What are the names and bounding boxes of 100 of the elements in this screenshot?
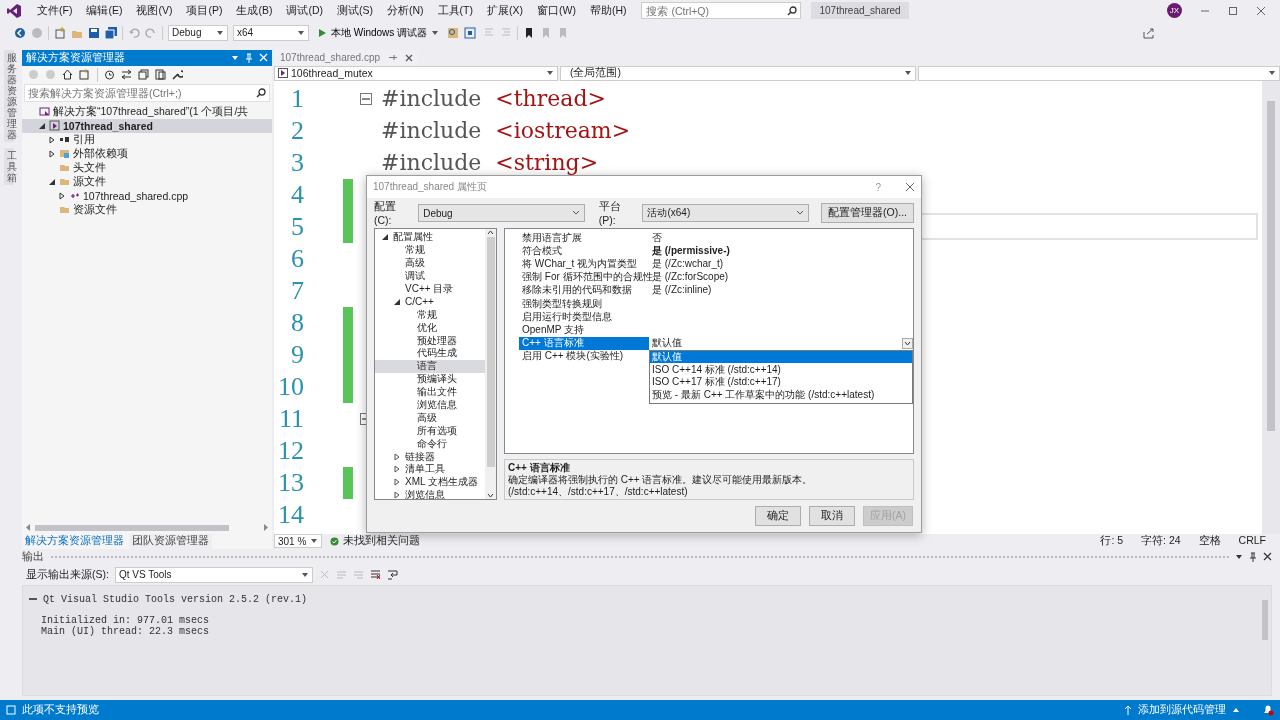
expander-icon[interactable] <box>393 465 401 474</box>
configuration-manager-button[interactable]: 配置管理器(O)... <box>821 203 914 223</box>
search-field[interactable]: 搜索解决方案资源管理器(Ctrl+;) <box>24 83 270 102</box>
menu-item[interactable]: 窗口(W) <box>530 0 583 21</box>
close-icon[interactable] <box>1263 552 1272 562</box>
tree-item[interactable]: 优化 <box>375 321 485 335</box>
tree-item[interactable]: 头文件 <box>22 160 272 175</box>
expander-icon[interactable] <box>393 297 401 306</box>
close-icon[interactable] <box>1256 5 1266 16</box>
property-name[interactable]: 强制类型转换规则 <box>519 296 649 311</box>
user-avatar[interactable]: JX <box>1167 3 1182 19</box>
output-source-select[interactable]: Qt VS Tools <box>114 566 313 583</box>
platform-select[interactable]: 活动(x64) <box>642 204 810 222</box>
expander-icon[interactable] <box>48 177 56 186</box>
tree-item[interactable]: 高级 <box>375 256 485 270</box>
source-control-link[interactable]: 添加到源代码管理 <box>1138 703 1226 718</box>
tree-item[interactable]: 代码生成 <box>375 347 485 360</box>
menu-item[interactable]: 扩展(X) <box>480 0 530 21</box>
menu-item[interactable]: 项目(P) <box>179 0 230 21</box>
notification-icon[interactable] <box>1262 704 1274 717</box>
tree-item[interactable]: 预处理器 <box>375 334 485 347</box>
expander-icon[interactable] <box>393 452 401 461</box>
menu-item[interactable]: 工具(T) <box>430 0 480 21</box>
tree-item[interactable]: 107thread_shared.cpp <box>22 188 272 203</box>
tree-item[interactable]: 107thread_shared <box>22 118 272 133</box>
property-name[interactable]: 启用运行时类型信息 <box>519 310 649 324</box>
dropdown-option[interactable]: ISO C++17 标准 (/std:c++17) <box>650 376 912 389</box>
menu-item[interactable]: 文件(F) <box>30 0 80 21</box>
tree-item[interactable]: 调试 <box>375 269 485 283</box>
property-name[interactable]: OpenMP 支持 <box>519 323 649 337</box>
expander-icon[interactable] <box>58 191 66 200</box>
tree-item[interactable]: XML 文档生成器 <box>375 475 485 489</box>
tree-item[interactable]: 命令行 <box>375 437 485 451</box>
tree-item[interactable]: 浏览信息 <box>375 398 485 412</box>
expander-icon[interactable] <box>48 135 56 144</box>
dialog-button[interactable]: 取消 <box>809 506 855 526</box>
configuration-select[interactable]: Debug <box>168 24 228 41</box>
find-icon[interactable] <box>447 26 460 39</box>
panel-tab[interactable]: 团队资源管理器 <box>129 533 212 549</box>
tree-item[interactable]: 解决方案“107thread_shared”(1 个项目/共 <box>22 104 272 119</box>
platform-select[interactable]: x64 <box>233 24 309 41</box>
menu-item[interactable]: 分析(N) <box>380 0 431 21</box>
word-wrap-icon[interactable] <box>386 569 398 581</box>
property-name[interactable]: 将 WChar_t 视为内置类型 <box>519 257 649 271</box>
home-icon[interactable] <box>62 69 73 81</box>
tree-item[interactable]: 外部依赖项 <box>22 146 272 161</box>
close-icon[interactable] <box>905 182 915 192</box>
tree-item[interactable]: 引用 <box>22 132 272 147</box>
menu-item[interactable]: 生成(B) <box>229 0 280 21</box>
project-select[interactable]: 106thread_mutex <box>274 65 558 81</box>
dropdown-option[interactable]: 预览 - 最新 C++ 工作草案中的功能 (/std:c++latest) <box>650 388 912 402</box>
save-all-icon[interactable] <box>105 26 117 39</box>
tree-item[interactable]: 源文件 <box>22 174 272 189</box>
tree-item[interactable]: VC++ 目录 <box>375 282 485 296</box>
new-project-icon[interactable] <box>54 26 66 39</box>
show-all-files-icon[interactable] <box>155 69 166 81</box>
property-name[interactable]: C++ 语言标准 <box>519 336 649 350</box>
scroll-left-icon[interactable] <box>26 524 31 532</box>
start-debugging-button[interactable]: 本地 Windows 调试器 <box>314 25 443 40</box>
menu-item[interactable]: 视图(V) <box>129 0 180 21</box>
scrollbar-thumb[interactable] <box>1267 100 1275 431</box>
tree-item[interactable]: 资源文件 <box>22 202 272 217</box>
expander-icon[interactable] <box>48 149 56 158</box>
tree-item[interactable]: 常规 <box>375 308 485 322</box>
search-field[interactable]: 搜索 (Ctrl+Q) <box>641 2 802 20</box>
tree-item[interactable]: 浏览信息 <box>375 488 485 499</box>
menu-item[interactable]: 编辑(E) <box>79 0 130 21</box>
scrollbar-thumb[interactable] <box>1262 599 1268 640</box>
tree-item[interactable]: 所有选项 <box>375 424 485 438</box>
scroll-up-icon[interactable] <box>487 229 494 235</box>
tree-item[interactable]: 语言 <box>375 359 485 373</box>
scrollbar-thumb[interactable] <box>486 237 495 467</box>
menu-item[interactable]: 测试(S) <box>330 0 380 21</box>
tree-item[interactable]: 高级 <box>375 411 485 425</box>
collapse-icon[interactable] <box>360 92 372 105</box>
expander-icon[interactable] <box>381 233 389 242</box>
dropdown-option[interactable]: ISO C++14 标准 (/std:c++14) <box>650 363 912 376</box>
history-icon[interactable] <box>104 69 115 81</box>
clear-all-icon[interactable] <box>369 569 381 581</box>
scrollbar-thumb[interactable] <box>35 524 229 531</box>
property-name[interactable]: 符合模式 <box>519 244 649 258</box>
tree-item[interactable]: 配置属性 <box>375 231 485 244</box>
property-name[interactable]: 移除未引用的代码和数据 <box>519 283 649 297</box>
sync-icon[interactable] <box>121 69 132 81</box>
expander-icon[interactable] <box>38 121 46 130</box>
property-name[interactable]: 启用 C++ 模块(实验性) <box>519 349 649 363</box>
save-icon[interactable] <box>88 26 100 39</box>
dropdown-button[interactable] <box>902 337 913 349</box>
configuration-select[interactable]: Debug <box>418 204 585 222</box>
tree-item[interactable]: C/C++ <box>375 295 485 309</box>
panel-tab[interactable]: 解决方案资源管理器 <box>22 533 127 549</box>
issues-text[interactable]: 未找到相关问题 <box>343 534 420 549</box>
collapse-all-icon[interactable] <box>138 69 149 81</box>
menu-item[interactable]: 帮助(H) <box>582 0 634 21</box>
expander-icon[interactable] <box>393 491 401 499</box>
pin-icon[interactable] <box>1249 551 1257 562</box>
tree-item[interactable]: 清单工具 <box>375 463 485 476</box>
scroll-down-icon[interactable] <box>487 493 494 499</box>
back-icon[interactable] <box>14 26 26 39</box>
tree-item[interactable]: 常规 <box>375 243 485 257</box>
